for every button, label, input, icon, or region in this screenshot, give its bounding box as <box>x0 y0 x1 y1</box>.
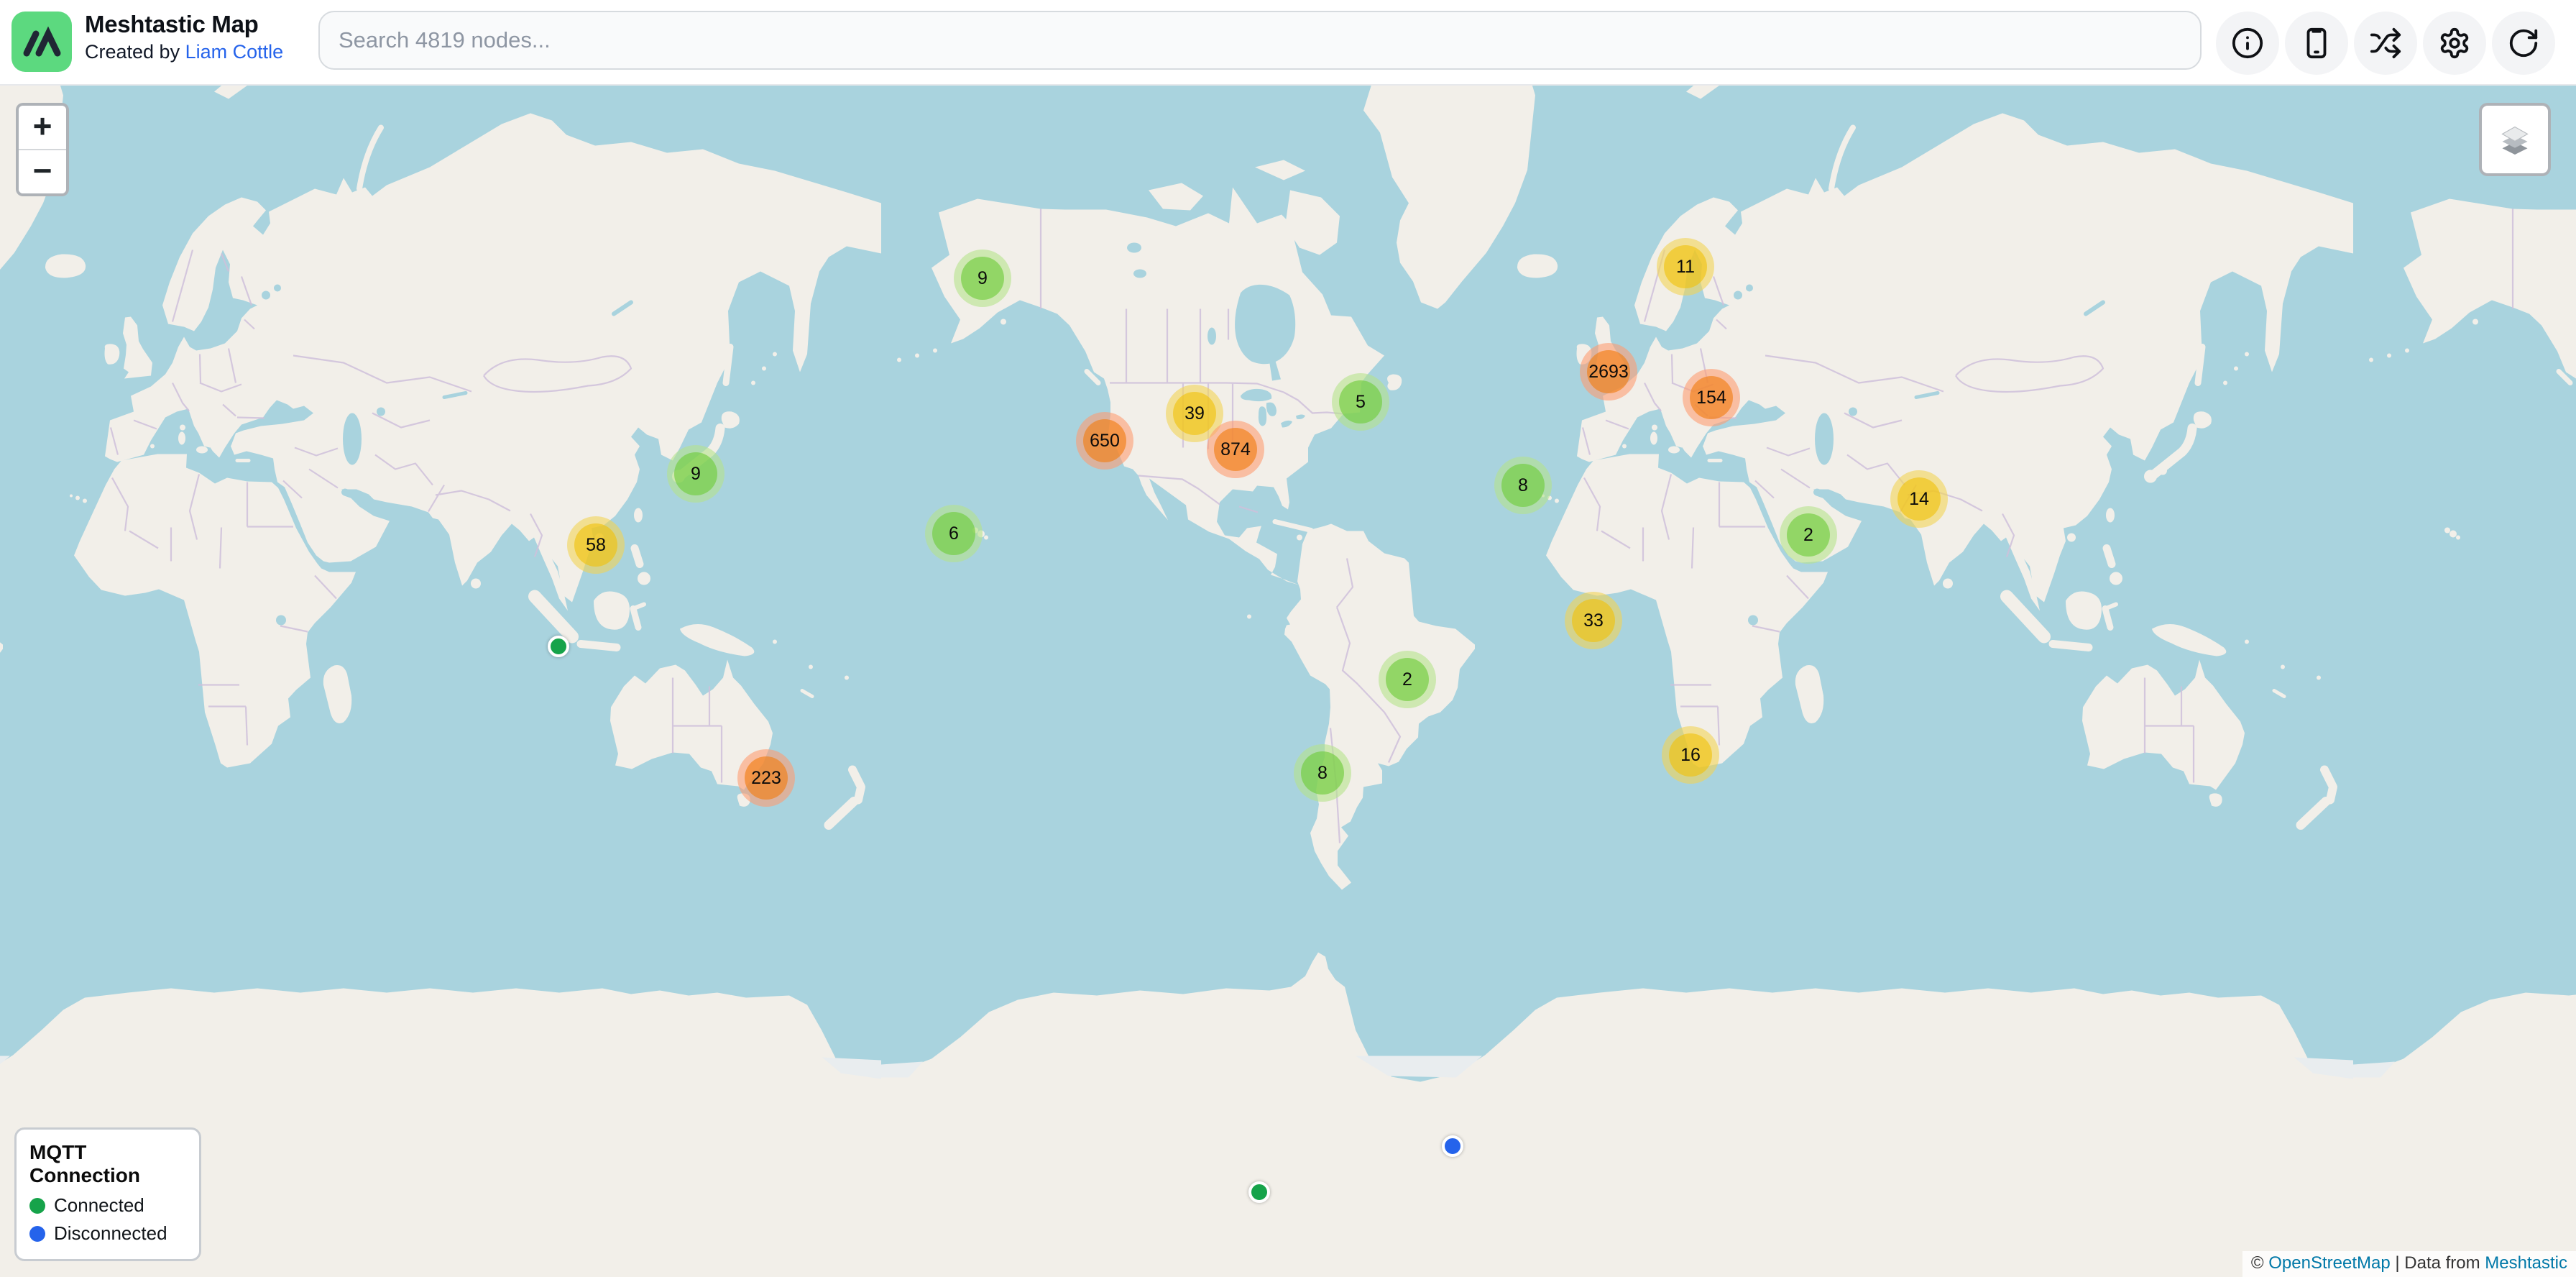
cluster-marker[interactable]: 154 <box>1683 369 1740 426</box>
shuffle-icon <box>2369 27 2402 60</box>
cluster-marker[interactable]: 5 <box>1332 373 1389 431</box>
cluster-count: 9 <box>961 257 1004 300</box>
cluster-count: 33 <box>1572 599 1615 642</box>
search-input[interactable] <box>318 11 2202 70</box>
cluster-marker[interactable]: 2 <box>1780 506 1837 564</box>
cluster-marker[interactable]: 58 <box>567 516 625 574</box>
cluster-marker[interactable]: 223 <box>737 749 795 807</box>
cluster-count: 874 <box>1214 428 1257 471</box>
info-icon <box>2231 27 2264 60</box>
subtitle: Created by Liam Cottle <box>85 39 283 65</box>
header: Meshtastic Map Created by Liam Cottle <box>0 0 2576 86</box>
osm-link[interactable]: OpenStreetMap <box>2268 1253 2390 1273</box>
attribution-prefix: © <box>2251 1253 2268 1273</box>
refresh-icon <box>2507 27 2540 60</box>
layers-control[interactable] <box>2479 103 2551 176</box>
mqtt-legend: MQTT Connection Connected Disconnected <box>14 1127 201 1261</box>
cluster-marker[interactable]: 2693 <box>1580 343 1637 401</box>
cluster-count: 39 <box>1173 392 1216 435</box>
attribution: © OpenStreetMap | Data from Meshtastic <box>2242 1251 2576 1277</box>
cluster-marker[interactable]: 874 <box>1207 421 1264 478</box>
cluster-marker[interactable]: 2 <box>1379 651 1436 708</box>
map-canvas[interactable]: + − MQTT Connection Connected Disconnect… <box>0 84 2576 1277</box>
cluster-count: 6 <box>932 512 975 555</box>
connected-dot <box>29 1198 45 1214</box>
app-logo <box>12 12 72 72</box>
cluster-count: 2693 <box>1587 350 1630 393</box>
world-map <box>0 84 2576 1277</box>
disconnected-dot <box>29 1226 45 1242</box>
meshtastic-link[interactable]: Meshtastic <box>2485 1253 2567 1273</box>
attribution-middle: | Data from <box>2391 1253 2485 1273</box>
cluster-count: 2 <box>1787 513 1830 557</box>
cluster-count: 223 <box>745 756 788 800</box>
legend-item-disconnected: Disconnected <box>29 1222 186 1245</box>
cluster-marker[interactable]: 14 <box>1890 470 1948 528</box>
node-marker-disconnected[interactable] <box>1442 1135 1463 1157</box>
cluster-marker[interactable]: 9 <box>667 445 724 503</box>
mobile-app-button[interactable] <box>2285 12 2348 75</box>
cluster-marker[interactable]: 11 <box>1657 238 1714 296</box>
subtitle-prefix: Created by <box>85 41 185 63</box>
cluster-marker[interactable]: 8 <box>1494 457 1552 514</box>
gear-icon <box>2438 27 2471 60</box>
zoom-in-button[interactable]: + <box>19 106 66 150</box>
author-link[interactable]: Liam Cottle <box>185 41 284 63</box>
legend-title: MQTT Connection <box>29 1141 186 1187</box>
cluster-count: 8 <box>1501 464 1545 507</box>
cluster-marker[interactable]: 6 <box>925 505 983 562</box>
settings-button[interactable] <box>2423 12 2486 75</box>
node-marker-connected[interactable] <box>1248 1181 1270 1203</box>
zoom-control: + − <box>16 103 69 196</box>
meshtastic-logo-icon <box>12 12 72 72</box>
cluster-count: 650 <box>1083 419 1126 462</box>
layers-icon <box>2495 119 2535 160</box>
cluster-count: 9 <box>674 452 717 495</box>
cluster-marker[interactable]: 16 <box>1662 726 1719 784</box>
cluster-count: 14 <box>1898 477 1941 521</box>
zoom-out-button[interactable]: − <box>19 150 66 193</box>
legend-label: Disconnected <box>54 1222 167 1245</box>
cluster-marker[interactable]: 650 <box>1076 412 1133 470</box>
page-title: Meshtastic Map <box>85 10 283 39</box>
cluster-count: 16 <box>1669 733 1712 777</box>
cluster-count: 2 <box>1386 658 1429 701</box>
cluster-count: 11 <box>1664 245 1707 288</box>
cluster-count: 154 <box>1690 376 1733 419</box>
refresh-button[interactable] <box>2492 12 2555 75</box>
cluster-count: 58 <box>574 523 617 567</box>
node-marker-connected[interactable] <box>548 636 569 657</box>
cluster-marker[interactable]: 33 <box>1565 592 1622 649</box>
random-node-button[interactable] <box>2354 12 2417 75</box>
legend-item-connected: Connected <box>29 1194 186 1217</box>
smartphone-icon <box>2300 27 2333 60</box>
legend-label: Connected <box>54 1194 144 1217</box>
cluster-count: 5 <box>1339 380 1382 424</box>
cluster-marker[interactable]: 9 <box>954 250 1011 307</box>
cluster-count: 8 <box>1301 751 1344 795</box>
info-button[interactable] <box>2216 12 2279 75</box>
cluster-marker[interactable]: 8 <box>1294 744 1351 802</box>
